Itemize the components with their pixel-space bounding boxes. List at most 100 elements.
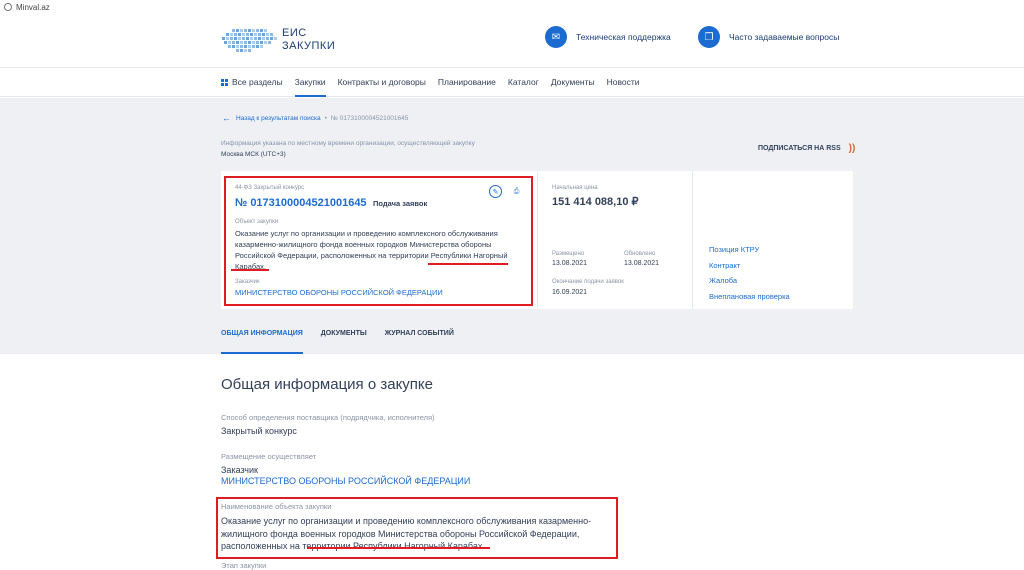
nav-planning[interactable]: Планирование: [438, 68, 496, 97]
map-dot: [240, 41, 243, 44]
method-value: Закрытый конкурс: [221, 426, 297, 436]
map-dot: [252, 41, 255, 44]
tab-events[interactable]: ЖУРНАЛ СОБЫТИЙ: [385, 330, 454, 354]
map-dot: [244, 29, 247, 32]
map-dot: [264, 29, 267, 32]
tab-documents[interactable]: ДОКУМЕНТЫ: [321, 330, 367, 354]
tab-general[interactable]: ОБЩАЯ ИНФОРМАЦИЯ: [221, 330, 303, 354]
map-dot: [248, 41, 251, 44]
nav-catalog[interactable]: Каталог: [508, 68, 539, 97]
site-icon: [4, 3, 12, 11]
link-contract[interactable]: Контракт: [709, 258, 790, 274]
timezone-value: Москва МСК (UTC+3): [221, 151, 286, 158]
map-dot: [246, 37, 249, 40]
map-dot: [256, 41, 259, 44]
tab-title: Minval.az: [16, 2, 50, 12]
map-dot: [250, 33, 253, 36]
map-dot: [254, 37, 257, 40]
rss-label: ПОДПИСАТЬСЯ НА RSS: [758, 145, 841, 152]
map-dot: [236, 49, 239, 52]
mail-icon: ✉: [545, 26, 567, 48]
map-dot: [240, 49, 243, 52]
map-dot: [260, 41, 263, 44]
map-dot: [270, 33, 273, 36]
map-dot: [244, 41, 247, 44]
nav-contracts[interactable]: Контракты и договоры: [338, 68, 426, 97]
updated-date: 13.08.2021: [624, 260, 660, 267]
map-dot: [252, 29, 255, 32]
link-ktru[interactable]: Позиция КТРУ: [709, 242, 790, 258]
grid-icon: [221, 78, 228, 86]
nav-purchases[interactable]: Закупки: [294, 68, 326, 97]
support-link[interactable]: ✉ Техническая поддержка: [545, 26, 671, 48]
map-dot: [232, 29, 235, 32]
faq-icon: ❐: [698, 26, 720, 48]
breadcrumb-separator: •: [324, 114, 327, 122]
map-dot: [238, 33, 241, 36]
map-dot: [232, 45, 235, 48]
browser-bar: Minval.az: [0, 0, 1024, 14]
timezone-note: Информация указана по местному времени о…: [221, 140, 475, 147]
map-dot: [258, 33, 261, 36]
map-dot: [270, 37, 273, 40]
highlight-underline-region: [428, 263, 508, 265]
eis-logo[interactable]: ЕИС ЗАКУПКИ: [222, 27, 335, 53]
map-dot: [234, 37, 237, 40]
placement-role: Заказчик: [221, 465, 258, 475]
breadcrumb: ← Назад к результатам поиска • № 0173100…: [222, 113, 408, 123]
map-dot: [248, 45, 251, 48]
rss-icon: )): [848, 143, 856, 154]
map-dot: [250, 37, 253, 40]
stage-label: Этап закупки: [221, 561, 267, 570]
nav-news[interactable]: Новости: [607, 68, 640, 97]
map-dot: [224, 41, 227, 44]
arrow-left-icon: ←: [222, 113, 231, 123]
map-dot: [242, 37, 245, 40]
highlight-underline-territory: [307, 547, 490, 549]
map-dot: [242, 33, 245, 36]
map-dot: [222, 37, 225, 40]
map-dot: [226, 33, 229, 36]
map-dot: [240, 45, 243, 48]
map-dot: [256, 45, 259, 48]
map-dot: [248, 49, 251, 52]
start-price: 151 414 088,10 ₽: [552, 196, 639, 208]
map-dot: [264, 41, 267, 44]
map-dot: [244, 49, 247, 52]
method-label: Способ определения поставщика (подрядчик…: [221, 413, 435, 422]
map-dot: [232, 41, 235, 44]
map-dot: [266, 33, 269, 36]
updated-label: Обновлено: [624, 251, 656, 257]
map-dot: [262, 33, 265, 36]
link-complaint[interactable]: Жалоба: [709, 273, 790, 289]
map-dot: [258, 37, 261, 40]
nav-all-sections[interactable]: Все разделы: [221, 68, 283, 97]
back-to-results-link[interactable]: Назад к результатам поиска: [236, 115, 321, 122]
highlight-underline-karabakh: [231, 269, 269, 271]
logo-line1: ЕИС: [282, 27, 307, 39]
faq-link[interactable]: ❐ Часто задаваемые вопросы: [698, 26, 839, 48]
timezone-info: Информация указана по местному времени о…: [221, 138, 475, 160]
posted-date: 13.08.2021: [552, 260, 588, 267]
link-inspection[interactable]: Внеплановая проверка: [709, 289, 790, 305]
map-dot: [236, 45, 239, 48]
map-dot: [260, 29, 263, 32]
placement-label: Размещение осуществляет: [221, 452, 317, 461]
map-dot: [228, 45, 231, 48]
nav-documents[interactable]: Документы: [551, 68, 595, 97]
map-dot: [268, 41, 271, 44]
highlight-box-object-name: [216, 497, 618, 559]
tabs: ОБЩАЯ ИНФОРМАЦИЯ ДОКУМЕНТЫ ЖУРНАЛ СОБЫТИ…: [221, 330, 472, 354]
map-dot: [246, 33, 249, 36]
map-dot: [230, 37, 233, 40]
map-dot: [248, 29, 251, 32]
map-dot: [256, 29, 259, 32]
map-dot: [260, 45, 263, 48]
placement-org-link[interactable]: МИНИСТЕРСТВО ОБОРОНЫ РОССИЙСКОЙ ФЕДЕРАЦИ…: [221, 476, 470, 486]
rss-subscribe[interactable]: ПОДПИСАТЬСЯ НА RSS )): [758, 143, 855, 154]
map-dot: [236, 29, 239, 32]
map-dot: [252, 45, 255, 48]
map-dot: [274, 37, 277, 40]
map-dot: [230, 33, 233, 36]
support-label: Техническая поддержка: [576, 32, 671, 42]
